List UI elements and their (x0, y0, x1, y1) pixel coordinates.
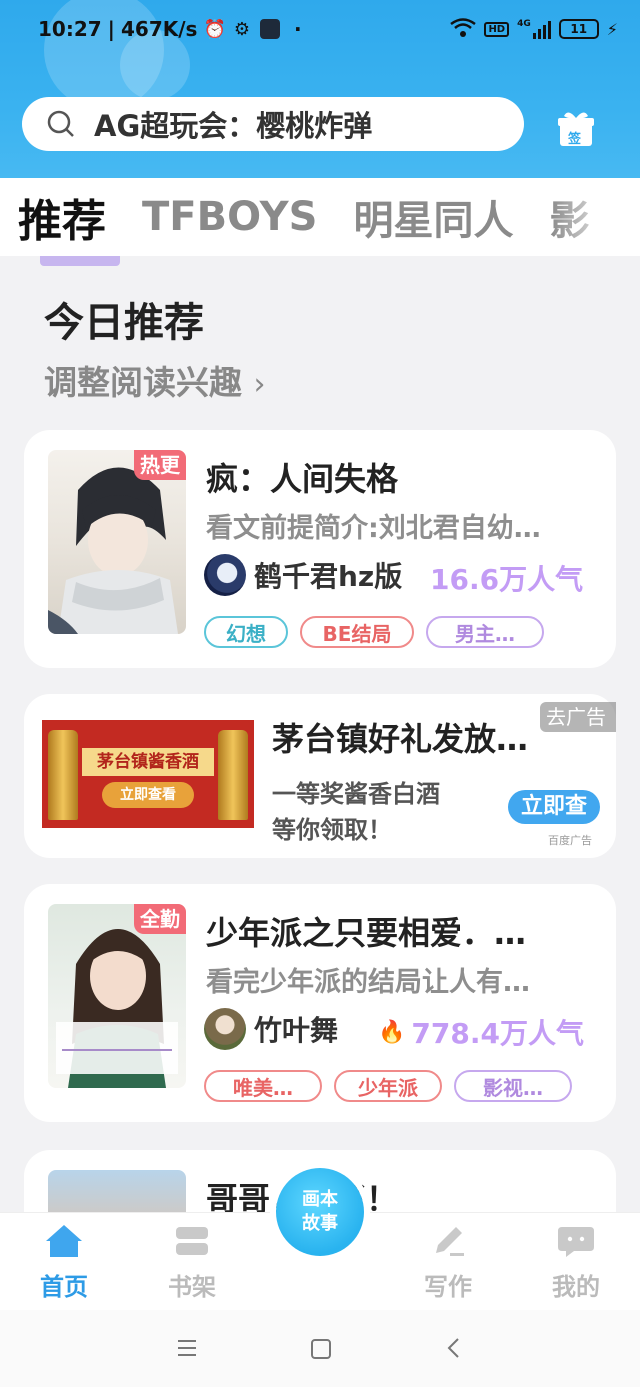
app-notification-icon (260, 19, 281, 39)
ad-banner-image: 茅台镇酱香酒 立即查看 (42, 720, 254, 828)
tabs-fade (550, 178, 640, 256)
ad-desc-line1: 一等奖酱香白酒 (272, 780, 440, 808)
book-card[interactable]: 热更 疯：人间失格 看文前提简介:刘北君自幼… 鹤千君hz版 16.6万人气 幻… (24, 430, 616, 668)
tag-list: 唯美… 少年派 影视… (204, 1070, 572, 1102)
settings-icon: ⚙ (233, 18, 251, 40)
book-cover: 全勤 (48, 904, 186, 1088)
search-icon (47, 110, 74, 137)
dot-icon: · (294, 17, 302, 41)
author-name: 鹤千君hz版 (254, 560, 403, 593)
book-card[interactable]: 全勤 少年派之只要相爱．… 看完少年派的结局让人有… 竹叶舞 🔥 778.4万人… (24, 884, 616, 1122)
status-speed: 467K/s (120, 17, 198, 41)
home-icon (46, 1225, 82, 1257)
hd-icon: HD (484, 21, 510, 37)
tab-tfboys[interactable]: TFBOYS (142, 194, 317, 240)
popularity: 🔥 778.4万人气 (378, 1012, 584, 1052)
author-avatar (204, 554, 246, 596)
nav-home-label: 首页 (40, 1273, 88, 1301)
ad-title: 茅台镇好礼发放… (272, 720, 529, 758)
tag-item[interactable]: 少年派 (334, 1070, 442, 1102)
status-time: 10:27 (38, 17, 102, 41)
author-row: 竹叶舞 (204, 1008, 338, 1050)
book-description: 看完少年派的结局让人有… (206, 967, 530, 998)
adjust-interest-link[interactable]: 调整阅读兴趣 › (44, 356, 266, 404)
tab-star-fanfic[interactable]: 明星同人 (353, 188, 513, 246)
pen-icon (436, 1227, 464, 1256)
tag-item[interactable]: 唯美… (204, 1070, 322, 1102)
tag-item[interactable]: 幻想 (204, 616, 288, 648)
chevron-right-icon: › (253, 367, 266, 402)
picture-story-button[interactable]: 画本 故事 (276, 1168, 364, 1256)
full-attendance-badge: 全勤 (134, 904, 186, 934)
nav-me[interactable]: 我的 (536, 1223, 616, 1302)
tag-item[interactable]: 影视… (454, 1070, 572, 1102)
center-label-line1: 画本 (302, 1189, 338, 1210)
book-description: 看文前提简介:刘北君自幼… (206, 513, 541, 544)
tag-item[interactable]: BE结局 (300, 616, 414, 648)
nav-write[interactable]: 写作 (408, 1223, 488, 1302)
ad-desc-line2: 等你领取！ (272, 816, 392, 844)
popularity: 16.6万人气 (430, 558, 583, 598)
center-label-line2: 故事 (302, 1213, 338, 1234)
menu-icon[interactable] (176, 1338, 198, 1358)
alarm-icon: ⏰ (203, 18, 226, 40)
ad-cta-button[interactable]: 立即查 (508, 790, 600, 824)
network-label: 4G (517, 19, 531, 29)
book-title: 少年派之只要相爱．… (206, 914, 527, 952)
book-title: 疯：人间失格 (206, 460, 399, 498)
tag-item[interactable]: 男主… (426, 616, 544, 648)
author-name: 竹叶舞 (254, 1014, 339, 1047)
ad-banner-button: 立即查看 (102, 782, 194, 808)
tag-list: 幻想 BE结局 男主… (204, 616, 544, 648)
ad-source-label: 百度广告 (548, 834, 592, 847)
app-header: 10:27 | 467K/s ⏰ ⚙ · HD 4G 11 ⚡ AG超玩会：樱桃… (0, 0, 640, 178)
author-row: 鹤千君hz版 (204, 554, 402, 596)
nav-me-label: 我的 (552, 1273, 600, 1301)
search-bar[interactable]: AG超玩会：樱桃炸弹 (22, 97, 524, 151)
battery-level: 11 (570, 22, 588, 36)
battery-icon: 11 (558, 19, 599, 39)
charging-icon: ⚡ (606, 19, 618, 39)
home-square-icon[interactable] (310, 1338, 332, 1360)
tab-recommend[interactable]: 推荐 (18, 185, 106, 249)
remove-ad-button[interactable]: 去广告 (540, 702, 616, 732)
remove-ad-label: 去广告 (546, 705, 606, 729)
ad-card[interactable]: 茅台镇酱香酒 立即查看 茅台镇好礼发放… 去广告 一等奖酱香白酒 等你领取！ 立… (24, 694, 616, 858)
signal-icon: 4G (517, 19, 551, 39)
fire-icon: 🔥 (378, 1019, 406, 1045)
category-tabs: 推荐 TFBOYS 明星同人 影 (0, 178, 640, 256)
nav-write-label: 写作 (424, 1273, 472, 1301)
checkin-gift-button[interactable]: 签 (556, 110, 596, 152)
status-bar: 10:27 | 467K/s ⏰ ⚙ · HD 4G 11 ⚡ (38, 17, 618, 41)
nav-bookshelf-label: 书架 (168, 1273, 216, 1301)
ad-banner-text: 茅台镇酱香酒 (82, 748, 214, 776)
popularity-value: 16.6万人气 (430, 563, 584, 596)
bookshelf-icon (176, 1227, 208, 1255)
popularity-value: 778.4万人气 (411, 1017, 584, 1050)
back-icon[interactable] (444, 1336, 464, 1360)
book-cover: 热更 (48, 450, 186, 634)
section-title: 今日推荐 (44, 300, 204, 346)
nav-home[interactable]: 首页 (24, 1223, 104, 1302)
gift-label: 签 (568, 132, 582, 147)
scrolled-content-peek (0, 256, 640, 268)
adjust-interest-label: 调整阅读兴趣 (44, 363, 242, 402)
system-nav-bar (0, 1310, 640, 1387)
author-avatar (204, 1008, 246, 1050)
chat-bubble-icon (558, 1227, 594, 1257)
hot-update-badge: 热更 (134, 450, 186, 480)
nav-bookshelf[interactable]: 书架 (152, 1223, 232, 1302)
search-placeholder: AG超玩会：樱桃炸弹 (94, 109, 373, 143)
wifi-icon (450, 17, 477, 41)
ad-description: 一等奖酱香白酒 等你领取！ (272, 776, 440, 848)
